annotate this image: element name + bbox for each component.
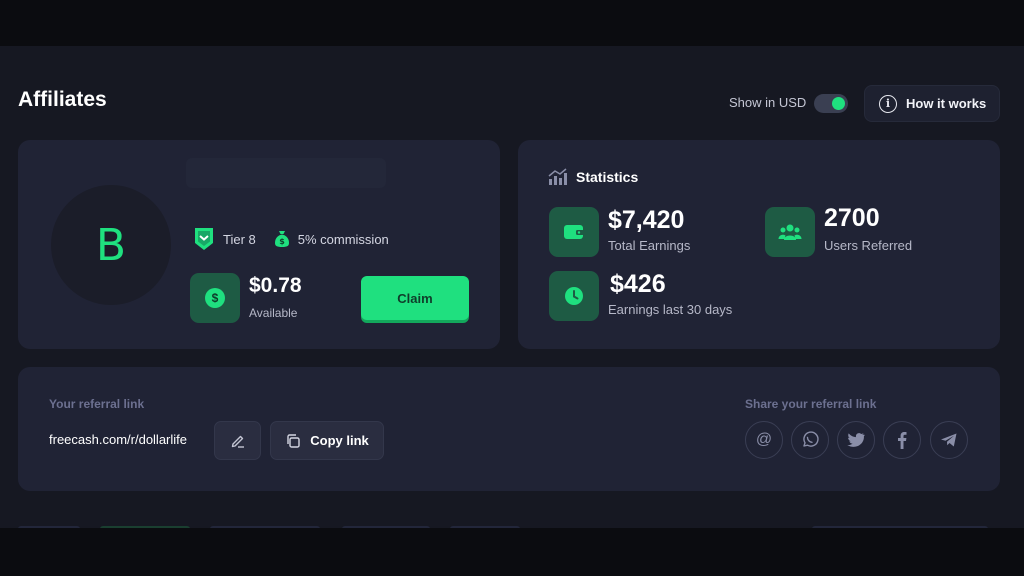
total-earnings-value: $7,420 [608, 206, 685, 234]
copy-link-button[interactable]: Copy link [270, 421, 384, 460]
total-earnings-tile [549, 207, 599, 257]
last-30-days-value: $426 [610, 270, 666, 298]
tier-row: Tier 8 $ 5% commission [193, 226, 389, 252]
at-sign-icon: @ [755, 431, 773, 448]
referral-url: freecash.com/r/dollarlife [49, 432, 187, 447]
copy-link-label: Copy link [310, 433, 369, 448]
share-whatsapp-button[interactable] [791, 421, 829, 459]
copy-icon [287, 433, 300, 448]
statistics-header: Statistics [548, 168, 638, 186]
show-usd-label: Show in USD [729, 95, 807, 110]
available-label: Available [249, 306, 298, 320]
info-icon: i [879, 94, 897, 113]
share-twitter-button[interactable] [837, 421, 875, 459]
wallet-icon [564, 225, 584, 239]
telegram-icon [941, 433, 957, 447]
available-amount: $0.78 [249, 274, 302, 297]
last-30-days-tile [549, 271, 599, 321]
statistics-title: Statistics [576, 169, 639, 185]
share-facebook-button[interactable] [883, 421, 921, 459]
users-icon [778, 224, 802, 240]
share-link-label: Share your referral link [745, 397, 877, 411]
users-referred-tile [765, 207, 815, 257]
bottom-bar [0, 528, 1024, 576]
how-it-works-label: How it works [906, 96, 987, 111]
avatar: B [51, 185, 171, 305]
show-usd-toggle[interactable] [814, 94, 848, 113]
username-placeholder [186, 158, 386, 188]
affiliates-page: Affiliates Show in USD i How it works B … [0, 46, 1024, 528]
share-email-button[interactable]: @ [745, 421, 783, 459]
commission-label: 5% commission [297, 231, 389, 247]
edit-link-button[interactable] [214, 421, 261, 460]
svg-text:$: $ [279, 237, 285, 246]
users-referred-value: 2700 [824, 204, 880, 232]
page-title: Affiliates [18, 88, 107, 111]
referral-link-label: Your referral link [49, 397, 145, 411]
top-bar [0, 0, 1024, 46]
clock-icon [565, 287, 583, 305]
referral-card: Your referral link freecash.com/r/dollar… [18, 367, 1000, 491]
toggle-knob [832, 97, 845, 110]
whatsapp-icon [803, 431, 819, 447]
tier-label: Tier 8 [223, 231, 256, 247]
facebook-icon [898, 432, 907, 449]
claim-button[interactable]: Claim [361, 276, 469, 320]
statistics-card: Statistics $7,420 Total Earnings 2700 Us… [518, 140, 1000, 349]
total-earnings-label: Total Earnings [608, 238, 691, 253]
pencil-icon [231, 435, 244, 448]
dollar-coin-icon: $ [205, 288, 225, 308]
share-telegram-button[interactable] [930, 421, 968, 459]
user-card: B Tier 8 $ 5% commission $ $0.78 Availab… [18, 140, 500, 349]
twitter-icon [847, 433, 865, 447]
tier-shield-icon [195, 228, 213, 250]
available-balance-tile: $ [190, 273, 240, 323]
users-referred-label: Users Referred [824, 238, 913, 253]
bar-chart-icon [548, 168, 567, 185]
money-bag-icon: $ [274, 231, 289, 247]
how-it-works-button[interactable]: i How it works [864, 85, 1000, 122]
last-30-days-label: Earnings last 30 days [608, 302, 733, 317]
